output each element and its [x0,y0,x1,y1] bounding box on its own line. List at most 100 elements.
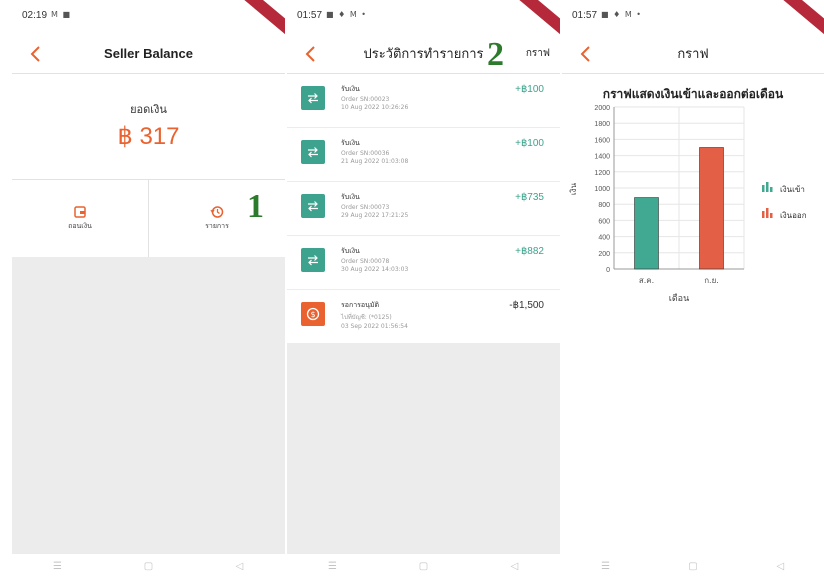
transaction-date: 30 Aug 2022 14:03:03 [341,266,409,273]
transaction-icon [301,248,325,272]
menu-nav-icon[interactable]: ☰ [586,561,626,572]
transaction-row[interactable]: รับเงิน Order SN:00078 30 Aug 2022 14:03:0… [287,236,560,290]
transaction-date: 10 Aug 2022 10:26:26 [341,104,409,111]
legend-icon [762,185,765,192]
transaction-detail: Order SN:00023 [341,96,390,103]
withdraw-button[interactable]: ถอนเงิน [12,180,148,257]
back-button[interactable] [299,42,323,66]
back-nav-icon[interactable]: ◁ [220,561,260,572]
transaction-texts: รอการอนุมัติไปที่บัญชี: (*0125) 03 Sep 20… [341,300,408,330]
y-tick-label: 1400 [594,154,610,161]
status-time: 01:57 [297,10,323,21]
transaction-date: 21 Aug 2022 01:03:08 [341,158,409,165]
chevron-left-icon [30,46,40,62]
history-icon [210,206,224,218]
back-nav-icon[interactable]: ◁ [760,561,800,572]
app-bar: กราฟ [562,34,824,74]
transfer-icon [308,255,318,266]
transactions-label: รายการ [205,222,229,230]
transaction-date: 03 Sep 2022 01:56:54 [341,323,408,330]
legend-icon [766,208,769,218]
back-button[interactable] [24,42,48,66]
y-tick-label: 1000 [594,186,610,193]
graph-screen: 01:57 ■ ♦ M • ⋯ ▮ กราฟ กราฟแสดงเงินเข้าแ… [562,0,824,578]
action-row: ถอนเงิน รายการ [12,180,285,257]
step-number-2: 2 [487,36,504,73]
bar-chart: กราฟแสดงเงินเข้าและออกต่อเดือน 0 200 400 600… [569,87,807,304]
page-title: ประวัติการทำรายการ [363,46,484,61]
transaction-row[interactable]: รับเงิน Order SN:00023 10 Aug 2022 10:26:2… [287,74,560,128]
transaction-detail: ไปที่บัญชี: (*0125) [341,314,392,321]
transaction-title: รับเงิน [341,139,360,147]
system-nav-bar: ☰ ▢ ◁ [562,554,824,578]
transaction-title: รับเงิน [341,85,360,93]
chart-container: กราฟแสดงเงินเข้าและออกต่อเดือน 0 200 400 600… [562,74,824,554]
wallet-icon [74,206,86,218]
transaction-texts: รับเงิน Order SN:00078 30 Aug 2022 14:03:0… [341,246,408,273]
home-nav-icon[interactable]: ▢ [404,561,444,572]
y-tick-label: 0 [606,267,610,274]
menu-nav-icon[interactable]: ☰ [313,561,353,572]
back-nav-icon[interactable]: ◁ [495,561,535,572]
status-icons: M ■ [51,10,72,19]
status-icons: ■ ♦ M • [601,10,643,19]
bar-เงินออก [699,147,724,270]
home-nav-icon[interactable]: ▢ [129,561,169,572]
transaction-detail: Order SN:00078 [341,258,390,265]
legend-label: เงินออก [780,211,807,220]
transaction-title: รับเงิน [341,247,360,255]
transaction-row[interactable]: รับเงิน Order SN:00036 21 Aug 2022 01:03:0… [287,128,560,182]
transaction-amount: +฿882 [515,246,544,257]
transaction-title: รอการอนุมัติ [341,301,380,309]
transaction-row[interactable]: $ รอการอนุมัติไปที่บัญชี: (*0125) 03 Sep 2… [287,290,560,344]
chevron-left-icon [305,46,315,62]
app-bar: ประวัติการทำรายการ กราฟ [287,34,560,74]
legend-icon [762,211,765,218]
transaction-amount: +฿100 [515,138,544,149]
status-icons: ■ ♦ M • [326,10,368,19]
page-title: กราฟ [677,46,709,61]
transfer-icon [308,201,318,212]
transactions-button[interactable]: รายการ [148,180,285,257]
transaction-texts: รับเงิน Order SN:00023 10 Aug 2022 10:26:2… [341,84,408,111]
y-tick-label: 400 [598,235,610,242]
svg-text:$: $ [310,310,315,319]
status-time: 01:57 [572,10,598,21]
bar-เงินเข้า [634,197,659,270]
transaction-icon [301,140,325,164]
graph-link[interactable]: กราฟ [526,46,550,61]
transaction-row[interactable]: รับเงิน Order SN:00073 29 Aug 2022 17:21:2… [287,182,560,236]
coin-icon: $ [306,307,320,321]
y-tick-label: 800 [598,202,610,209]
seller-balance-screen: 02:19 M ■ ⋯ ▮ Seller Balance ยอดเงิน ฿ 3… [12,0,285,578]
status-bar: 01:57 ■ ♦ M • ⋯ ▮ [562,0,824,40]
y-tick-label: 200 [598,251,610,258]
y-axis-label: เงิน [569,182,578,195]
legend-icon [766,182,769,192]
legend-label: เงินเข้า [780,185,805,194]
transaction-amount: +฿100 [515,84,544,95]
status-time: 02:19 [22,10,48,21]
status-bar: 02:19 M ■ ⋯ ▮ [12,0,285,40]
chevron-left-icon [580,46,590,62]
status-bar: 01:57 ■ ♦ M • ⋯ ▮ [287,0,560,40]
balance-card: ยอดเงิน ฿ 317 [12,74,285,180]
transaction-history-screen: 01:57 ■ ♦ M • ⋯ ▮ ประวัติการทำรายการ กรา… [287,0,560,578]
transaction-icon: $ [301,302,325,326]
transaction-title: รับเงิน [341,193,360,201]
menu-nav-icon[interactable]: ☰ [38,561,78,572]
balance-amount: ฿ 317 [117,123,180,150]
back-button[interactable] [574,42,598,66]
legend-icon [770,213,773,218]
transaction-date: 29 Aug 2022 17:21:25 [341,212,409,219]
y-tick-label: 2000 [594,105,610,112]
legend-icon [770,187,773,192]
y-tick-label: 1200 [594,170,610,177]
x-tick-label: ส.ค. [639,276,654,285]
x-axis-label: เดือน [669,293,689,304]
system-nav-bar: ☰ ▢ ◁ [287,554,560,578]
x-tick-label: ก.ย. [704,276,719,285]
transaction-texts: รับเงิน Order SN:00036 21 Aug 2022 01:03:0… [341,138,408,165]
chart-title: กราฟแสดงเงินเข้าและออกต่อเดือน [603,87,784,101]
home-nav-icon[interactable]: ▢ [673,561,713,572]
